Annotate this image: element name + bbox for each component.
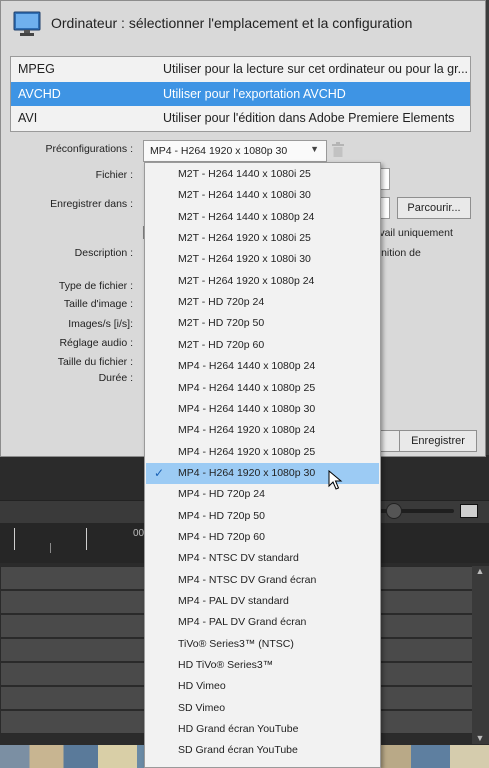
dropdown-option[interactable]: M2T - H264 1920 x 1080p 24 [146, 271, 379, 292]
dropdown-option[interactable]: M2T - HD 720p 50 [146, 313, 379, 334]
file-label: Fichier : [95, 169, 133, 181]
ruler-tick [14, 528, 15, 550]
dropdown-option[interactable]: MP4 - H264 1440 x 1080p 30 [146, 399, 379, 420]
file-size-label: Taille du fichier : [57, 356, 133, 368]
dropdown-option[interactable]: M2T - H264 1440 x 1080i 30 [146, 185, 379, 206]
save-button[interactable]: Enregistrer [399, 430, 477, 452]
file-type-label: Type de fichier : [58, 280, 133, 292]
dropdown-option[interactable]: MP4 - PAL DV Grand écran [146, 612, 379, 633]
dropdown-option-label: M2T - HD 720p 24 [178, 296, 265, 309]
format-description: Utiliser pour la lecture sur cet ordinat… [163, 62, 469, 76]
dropdown-option-label: MP4 - H264 1440 x 1080p 30 [178, 402, 316, 415]
dropdown-option[interactable]: MP4 - H264 1920 x 1080p 25 [146, 442, 379, 463]
dropdown-option[interactable]: M2T - HD 720p 60 [146, 335, 379, 356]
dropdown-option-label: TiVo® Series3™ (NTSC) [178, 637, 294, 650]
dropdown-option-label: HD Vimeo [178, 680, 226, 693]
dropdown-option-label: MP4 - H264 1920 x 1080p 24 [178, 424, 316, 437]
dropdown-option-label: M2T - H264 1440 x 1080p 24 [178, 210, 315, 223]
dropdown-option-label: SD Vimeo [178, 701, 226, 714]
dropdown-option[interactable]: HD Grand écran YouTube [146, 719, 379, 740]
dropdown-option-label: MP4 - H264 1440 x 1080p 24 [178, 360, 316, 373]
image-size-label: Taille d'image : [63, 298, 133, 310]
dropdown-option[interactable]: MP4 - NTSC DV standard [146, 548, 379, 569]
ruler-tick [50, 543, 51, 553]
presets-selected-value: MP4 - H264 1920 x 1080p 30 [150, 145, 288, 157]
timeline-scrollbar[interactable] [472, 566, 489, 744]
dropdown-option[interactable]: M2T - HD 720p 24 [146, 292, 379, 313]
checkmark-icon: ✓ [154, 465, 165, 480]
dropdown-option-label: M2T - H264 1440 x 1080i 25 [178, 168, 311, 180]
format-name: MPEG [18, 62, 55, 76]
dropdown-option[interactable]: MP4 - H264 1920 x 1080p 24 [146, 420, 379, 441]
dropdown-option-label: MP4 - NTSC DV standard [178, 552, 299, 565]
format-row-mpeg[interactable]: MPEG Utiliser pour la lecture sur cet or… [11, 57, 470, 81]
scroll-up-arrow-icon[interactable]: ▲ [474, 566, 486, 576]
dropdown-option-label: M2T - H264 1440 x 1080i 30 [178, 189, 311, 202]
dropdown-option[interactable]: SD Grand écran YouTube [146, 740, 379, 761]
dropdown-option-label: SD Grand écran YouTube [178, 744, 298, 757]
trash-icon[interactable] [331, 142, 345, 158]
dropdown-option-label: MP4 - HD 720p 60 [178, 530, 265, 543]
dropdown-option-label: MP4 - HD 720p 50 [178, 509, 265, 522]
dropdown-option[interactable]: SD Vimeo [146, 698, 379, 719]
dropdown-option[interactable]: MP4 - NTSC DV Grand écran [146, 570, 379, 591]
dropdown-option-label: MP4 - H264 1920 x 1080p 25 [178, 445, 316, 458]
dropdown-option[interactable]: HD TiVo® Series3™ [146, 655, 379, 676]
dialog-title: Ordinateur : sélectionner l'emplacement … [51, 15, 413, 31]
dropdown-option-label: MP4 - H264 1440 x 1080p 25 [178, 381, 316, 394]
description-label: Description : [74, 247, 133, 259]
dropdown-option[interactable]: M2T - H264 1920 x 1080i 30 [146, 249, 379, 270]
dropdown-option[interactable]: M2T - H264 1440 x 1080p 24 [146, 207, 379, 228]
dropdown-option-label: MP4 - H264 1920 x 1080p 30 [178, 466, 316, 479]
dropdown-option[interactable]: MP4 - H264 1440 x 1080p 25 [146, 378, 379, 399]
dropdown-option[interactable]: HD Vimeo [146, 676, 379, 697]
dropdown-option-label: MP4 - NTSC DV Grand écran [178, 573, 317, 586]
format-row-avi[interactable]: AVI Utiliser pour l'édition dans Adobe P… [11, 106, 470, 130]
checkbox-label: ravail uniquement [370, 227, 453, 239]
dropdown-option-label: HD Grand écran YouTube [178, 723, 299, 736]
dropdown-option[interactable]: TiVo® Series3™ (NTSC) [146, 634, 379, 655]
dropdown-option-label: M2T - H264 1920 x 1080i 30 [178, 253, 311, 266]
presets-dropdown[interactable]: MP4 - H264 1920 x 1080p 30 ▼ [143, 140, 327, 162]
dropdown-option-label: M2T - HD 720p 50 [178, 317, 265, 330]
ruler-tick [86, 528, 87, 550]
format-description: Utiliser pour l'exportation AVCHD [163, 87, 346, 101]
save-in-label: Enregistrer dans : [50, 198, 133, 210]
dropdown-option-label: HD TiVo® Series3™ [178, 659, 274, 672]
dropdown-option-label: M2T - HD 720p 60 [178, 338, 265, 351]
dropdown-option[interactable]: ✓ MP4 - H264 1920 x 1080p 30 [146, 462, 379, 484]
dropdown-option-label: MP4 - PAL DV standard [178, 595, 289, 607]
dropdown-option-label: MP4 - PAL DV Grand écran [178, 616, 307, 629]
dropdown-option[interactable]: M2T - H264 1920 x 1080i 25 [146, 228, 379, 249]
duration-label: Durée : [98, 372, 133, 384]
ruler-timecode: 00 [133, 528, 145, 539]
dropdown-option-label: MP4 - HD 720p 24 [178, 488, 265, 501]
presets-label: Préconfigurations : [45, 143, 133, 155]
presets-dropdown-list[interactable]: M2T - H264 1440 x 1080i 25 M2T - H264 144… [144, 162, 381, 768]
dropdown-option[interactable]: MP4 - HD 720p 60 [146, 527, 379, 548]
timeline-view-button[interactable] [460, 504, 478, 518]
dropdown-option-label: M2T - H264 1920 x 1080i 25 [178, 232, 311, 245]
format-description: Utiliser pour l'édition dans Adobe Premi… [163, 111, 455, 125]
dropdown-option[interactable]: MP4 - HD 720p 50 [146, 506, 379, 527]
scroll-down-arrow-icon[interactable]: ▼ [474, 733, 486, 743]
zoom-slider-handle[interactable] [386, 503, 402, 519]
dropdown-option[interactable]: M2T - H264 1440 x 1080i 25 [146, 164, 379, 185]
format-name: AVI [18, 111, 38, 125]
dropdown-option-label: M2T - H264 1920 x 1080p 24 [178, 274, 315, 287]
browse-button[interactable]: Parcourir... [397, 197, 471, 219]
dropdown-option[interactable]: MP4 - H264 1440 x 1080p 24 [146, 356, 379, 377]
audio-label: Réglage audio : [59, 337, 133, 349]
format-name: AVCHD [18, 87, 61, 101]
mouse-cursor-icon [328, 470, 343, 490]
format-list[interactable]: MPEG Utiliser pour la lecture sur cet or… [10, 56, 471, 132]
format-row-avchd[interactable]: AVCHD Utiliser pour l'exportation AVCHD [11, 82, 470, 106]
fps-label: Images/s [i/s]: [68, 318, 133, 330]
dropdown-option[interactable]: MP4 - HD 720p 24 [146, 484, 379, 505]
dropdown-option[interactable]: MP4 - PAL DV standard [146, 591, 379, 612]
chevron-down-icon: ▼ [310, 144, 319, 154]
monitor-icon [13, 11, 41, 36]
